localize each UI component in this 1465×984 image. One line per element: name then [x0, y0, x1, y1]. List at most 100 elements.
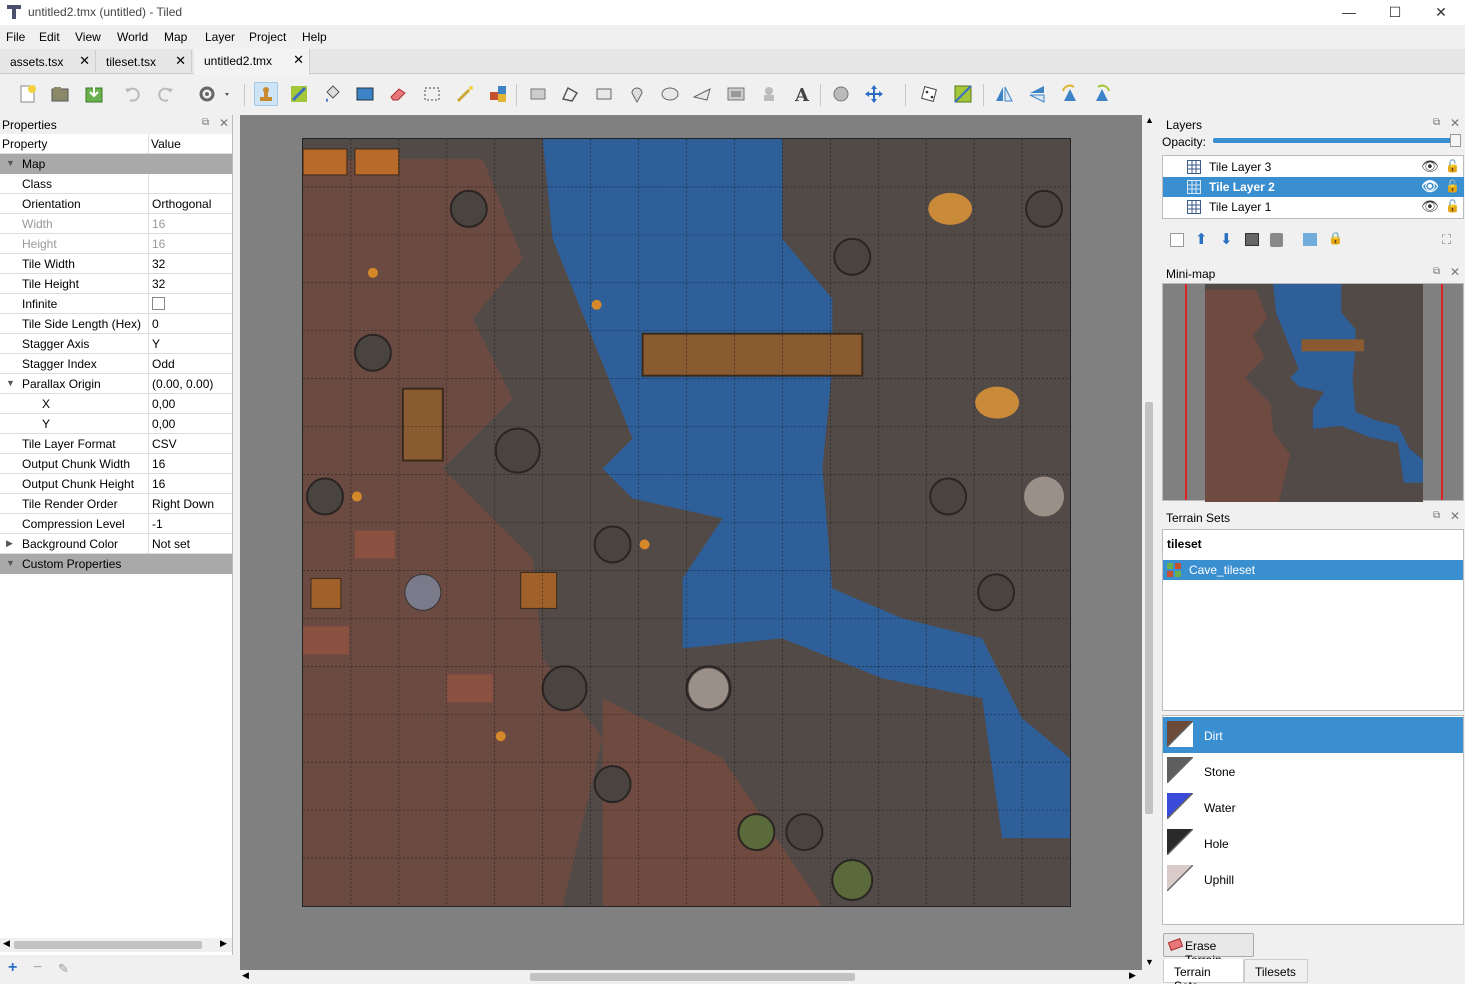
raise-layer-icon[interactable]: ⬆ [1195, 230, 1208, 248]
minimize-button[interactable]: — [1326, 0, 1372, 25]
terrain-item[interactable]: Uphill [1163, 861, 1463, 897]
insert-text-icon[interactable]: A [789, 82, 813, 106]
canvas-hscroll[interactable]: ◀ ▶ [240, 970, 1142, 984]
property-value[interactable]: Y [152, 337, 160, 351]
tab-terrain-sets[interactable]: Terrain Sets [1163, 959, 1244, 984]
property-row[interactable]: Tile Height 32 [0, 274, 232, 294]
menu-help[interactable]: Help [302, 30, 327, 44]
unlock-icon[interactable]: 🔓 [1445, 179, 1460, 193]
flip-vertical-icon[interactable] [1025, 82, 1049, 106]
property-value[interactable]: Odd [152, 357, 175, 371]
close-icon[interactable]: ✕ [1450, 116, 1460, 130]
world-tool-icon[interactable] [829, 82, 853, 106]
redo-icon[interactable] [154, 82, 178, 106]
close-icon[interactable]: ✕ [1450, 509, 1460, 523]
property-value[interactable]: 16 [152, 477, 165, 491]
lower-layer-icon[interactable]: ⬇ [1220, 230, 1233, 248]
infinite-checkbox[interactable] [152, 297, 165, 310]
insert-point-icon[interactable] [625, 82, 649, 106]
property-row[interactable]: Y 0,00 [0, 414, 232, 434]
lock-icon[interactable]: 🔒 [1328, 231, 1343, 245]
random-mode-icon[interactable] [918, 82, 942, 106]
terrain-item[interactable]: Stone [1163, 753, 1463, 789]
undo-icon[interactable] [120, 82, 144, 106]
terrain-item[interactable]: Hole [1163, 825, 1463, 861]
property-row[interactable]: ▼ Parallax Origin (0.00, 0.00) [0, 374, 232, 394]
insert-ellipse-icon[interactable] [658, 82, 682, 106]
property-row[interactable]: Tile Width 32 [0, 254, 232, 274]
minimap-view[interactable] [1162, 283, 1464, 502]
property-value[interactable]: Orthogonal [152, 197, 211, 211]
property-value[interactable]: 32 [152, 277, 165, 291]
bucket-fill-icon[interactable] [320, 82, 344, 106]
rectangle-select-icon[interactable] [420, 82, 444, 106]
property-row[interactable]: Orientation Orthogonal [0, 194, 232, 214]
insert-template-icon[interactable] [757, 82, 781, 106]
expand-arrow-icon[interactable]: ▼ [6, 378, 15, 388]
stamp-brush-icon[interactable] [254, 82, 278, 106]
property-row[interactable]: Tile Side Length (Hex) 0 [0, 314, 232, 334]
layer-row-2[interactable]: Tile Layer 2 👁 🔓 [1163, 177, 1464, 197]
float-icon[interactable]: ⧉ [1433, 117, 1440, 128]
commands-icon[interactable] [196, 82, 232, 106]
expand-arrow-icon[interactable]: ▶ [6, 538, 13, 549]
opacity-slider[interactable] [1213, 138, 1461, 143]
property-row[interactable]: Class [0, 174, 232, 194]
property-value[interactable]: 0,00 [152, 397, 175, 411]
property-value[interactable]: -1 [152, 517, 163, 531]
insert-rectangle-icon[interactable] [592, 82, 616, 106]
close-icon[interactable]: ✕ [293, 52, 304, 68]
eye-icon[interactable]: 👁 [1421, 198, 1439, 215]
remove-property-icon[interactable]: − [33, 959, 42, 977]
maximize-button[interactable]: ☐ [1372, 0, 1418, 25]
tile-map[interactable] [302, 138, 1071, 907]
property-row[interactable]: Height 16 [0, 234, 232, 254]
menu-map[interactable]: Map [164, 30, 187, 44]
eye-icon[interactable]: 👁 [1421, 158, 1439, 175]
eraser-icon[interactable] [386, 82, 410, 106]
property-row[interactable]: Stagger Axis Y [0, 334, 232, 354]
tab-tilesets[interactable]: Tilesets [1244, 959, 1308, 983]
move-icon[interactable] [862, 82, 886, 106]
magic-wand-icon[interactable] [453, 82, 477, 106]
minimap-viewport[interactable] [1185, 284, 1443, 500]
menu-project[interactable]: Project [249, 30, 286, 44]
property-row[interactable]: Width 16 [0, 214, 232, 234]
terrain-item[interactable]: Dirt [1163, 717, 1463, 753]
menu-file[interactable]: File [6, 30, 25, 44]
tab-assets[interactable]: assets.tsx ✕ [0, 50, 96, 74]
rename-property-icon[interactable]: ✎ [58, 961, 69, 977]
terrain-set-row[interactable]: Cave_tileset [1163, 560, 1463, 580]
property-value[interactable]: 16 [152, 217, 165, 231]
property-row[interactable]: Stagger Index Odd [0, 354, 232, 374]
property-row[interactable]: Tile Render Order Right Down [0, 494, 232, 514]
duplicate-layer-icon[interactable] [1245, 233, 1259, 246]
property-row[interactable]: Compression Level -1 [0, 514, 232, 534]
delete-layer-icon[interactable] [1270, 233, 1283, 247]
select-objects-icon[interactable] [526, 82, 550, 106]
float-icon[interactable]: ⧉ [1433, 266, 1440, 277]
property-row[interactable]: ▶ Background Color Not set [0, 534, 232, 554]
property-group[interactable]: ▼ Custom Properties [0, 554, 232, 574]
open-file-icon[interactable] [48, 82, 72, 106]
property-value[interactable]: (0.00, 0.00) [152, 377, 213, 391]
new-layer-icon[interactable] [1170, 233, 1184, 247]
property-value[interactable]: 0,00 [152, 417, 175, 431]
close-icon[interactable]: ✕ [219, 116, 229, 130]
wang-fill-icon[interactable] [951, 82, 975, 106]
property-row[interactable]: X 0,00 [0, 394, 232, 414]
property-group[interactable]: ▼ Map [0, 154, 232, 174]
unlock-icon[interactable]: 🔓 [1445, 199, 1460, 213]
property-value[interactable]: 32 [152, 257, 165, 271]
property-row[interactable]: Output Chunk Width 16 [0, 454, 232, 474]
insert-tile-icon[interactable] [724, 82, 748, 106]
save-icon[interactable] [82, 82, 106, 106]
layer-row-3[interactable]: Tile Layer 3 👁 🔓 [1163, 157, 1464, 177]
property-value[interactable]: 0 [152, 317, 159, 331]
shape-fill-icon[interactable] [353, 82, 377, 106]
tab-tileset[interactable]: tileset.tsx ✕ [96, 50, 192, 74]
menu-layer[interactable]: Layer [205, 30, 235, 44]
insert-polygon-icon[interactable] [690, 82, 714, 106]
flip-horizontal-icon[interactable] [992, 82, 1016, 106]
close-icon[interactable]: ✕ [1450, 265, 1460, 279]
